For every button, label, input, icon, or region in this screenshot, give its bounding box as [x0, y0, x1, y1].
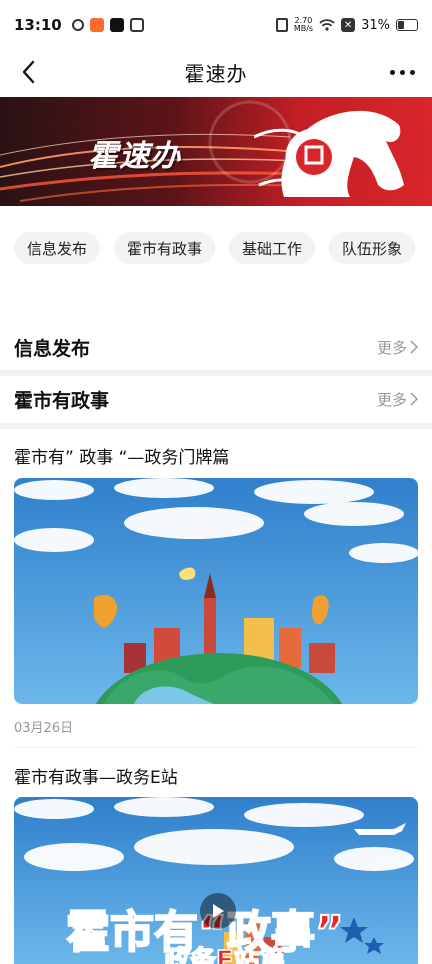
- thumbnail-subtext: 政务E站篇: [164, 945, 286, 964]
- horse-logo-icon: [254, 110, 404, 197]
- chevron-right-icon: [410, 392, 418, 406]
- app-header: 霍速办: [0, 50, 432, 94]
- app-notification-icon: [71, 19, 84, 31]
- more-dots-icon: [409, 69, 415, 75]
- tag-team-image[interactable]: 队伍形象: [329, 232, 416, 264]
- more-link[interactable]: 更多: [377, 337, 418, 358]
- tiktok-icon: [109, 18, 124, 32]
- article-date: 03月26日: [14, 721, 74, 736]
- article-thumbnail[interactable]: 霍市有“政事” 政务E站篇: [14, 797, 418, 964]
- more-link[interactable]: 更多: [377, 389, 418, 410]
- net-speed: 2.70 MB/s: [294, 17, 313, 33]
- article-title[interactable]: 霍市有” 政事 “—政务门牌篇: [14, 443, 229, 468]
- article-title[interactable]: 霍市有政事—政务E站: [14, 763, 178, 788]
- tag-huoshi-affairs[interactable]: 霍市有政事: [114, 232, 216, 264]
- article-thumbnail[interactable]: [14, 478, 418, 704]
- app-notification-icon: [89, 18, 104, 32]
- chevron-left-icon: [22, 60, 35, 84]
- more-link-label: 更多: [376, 338, 407, 357]
- category-tags: 信息发布 霍市有政事 基础工作 队伍形象: [14, 232, 418, 264]
- tag-info-release[interactable]: 信息发布: [14, 232, 101, 264]
- section-huoshi-affairs: 霍市有政事 更多: [0, 375, 432, 423]
- more-dots-icon: [389, 69, 395, 75]
- wifi-icon: [319, 19, 335, 31]
- battery-percent: 31%: [361, 17, 390, 33]
- banner[interactable]: 霍速办: [0, 97, 432, 206]
- battery-icon: [396, 19, 418, 31]
- play-icon: [213, 904, 224, 918]
- chevron-right-icon: [410, 340, 418, 354]
- section-info-release: 信息发布 更多: [0, 323, 432, 371]
- no-sim-icon: ✕: [341, 18, 356, 32]
- article-divider: [14, 747, 418, 748]
- earth-city-illustration: [14, 478, 418, 704]
- status-time: 13:10: [14, 16, 62, 34]
- status-bar: 13:10 2.70 MB/s ✕ 31%: [0, 0, 432, 50]
- video-thumbnail-illustration: 霍市有“政事” 政务E站篇: [14, 797, 418, 964]
- banner-title: 霍速办: [88, 139, 181, 174]
- back-button[interactable]: [12, 56, 44, 88]
- tag-basic-work[interactable]: 基础工作: [229, 232, 316, 264]
- section-title: 信息发布: [14, 337, 91, 360]
- play-button[interactable]: [200, 893, 236, 929]
- more-link-label: 更多: [376, 390, 407, 409]
- section-divider: [0, 423, 432, 429]
- more-dots-icon: [399, 69, 405, 75]
- app-notification-icon: [129, 18, 144, 32]
- page-title: 霍速办: [184, 61, 248, 86]
- vibrate-icon: [275, 18, 288, 32]
- section-title: 霍市有政事: [14, 389, 110, 412]
- more-options-button[interactable]: [382, 56, 422, 88]
- net-speed-unit: MB/s: [293, 24, 314, 33]
